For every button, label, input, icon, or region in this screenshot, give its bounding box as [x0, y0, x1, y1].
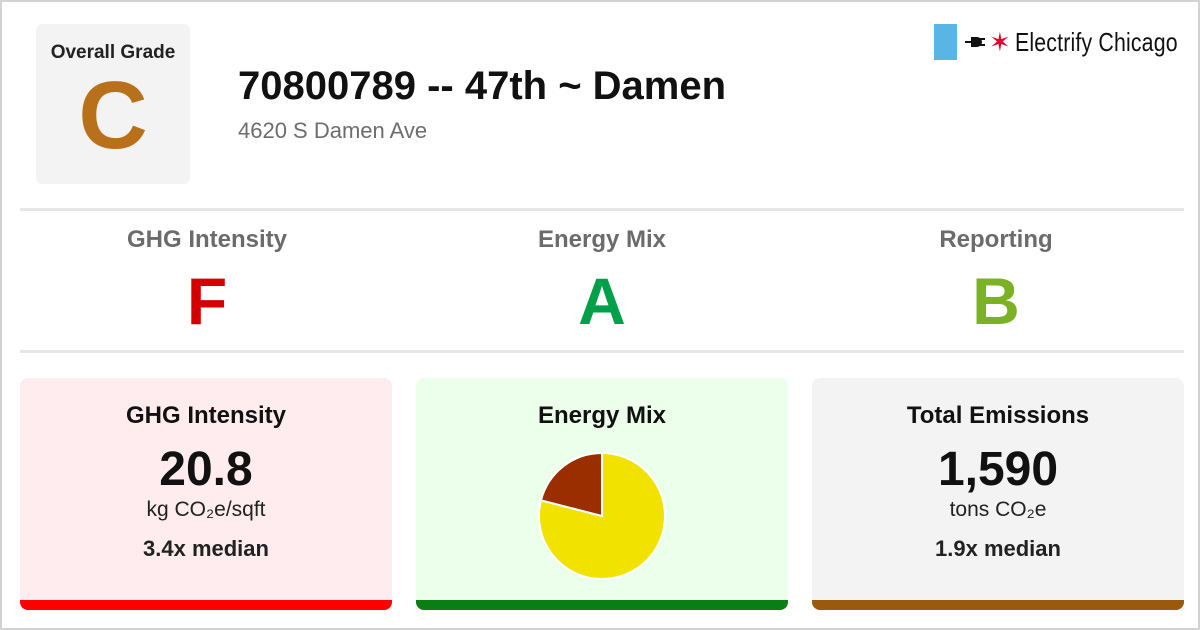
subgrade-energy-mix-letter: A — [578, 264, 626, 338]
total-card-bottom-bar — [812, 600, 1184, 610]
mix-card-bottom-bar — [416, 600, 788, 610]
divider-top — [20, 208, 1184, 211]
ghg-card-value: 20.8 — [159, 443, 253, 496]
building-address: 4620 S Damen Ave — [238, 118, 428, 143]
ghg-intensity-card: GHG Intensity 20.8 kg CO₂e/sqft 3.4x med… — [20, 378, 392, 610]
total-card-value: 1,590 — [937, 443, 1059, 496]
ghg-card-unit: kg CO₂e/sqft — [146, 498, 266, 521]
star-icon: ✶ — [989, 27, 1011, 57]
building-title: 70800789 -- 47th ~ Damen — [238, 64, 727, 108]
total-card-unit: tons CO₂e — [949, 498, 1047, 521]
mix-card-title: Energy Mix — [537, 402, 667, 429]
subgrade-ghg-label: GHG Intensity — [126, 226, 288, 253]
overall-grade-box: Overall Grade C — [36, 24, 190, 184]
subgrade-energy-mix-label: Energy Mix — [537, 226, 667, 253]
energy-mix-card: Energy Mix — [416, 378, 788, 610]
subgrade-energy-mix: Energy Mix A — [405, 226, 799, 334]
flag-bar-icon — [934, 24, 957, 60]
subgrade-reporting-letter: B — [972, 264, 1020, 338]
overall-grade-label: Overall Grade — [50, 42, 176, 63]
brand-name: Electrify Chicago — [1014, 26, 1178, 57]
overall-grade-letter: C — [78, 62, 148, 169]
subgrade-reporting: Reporting B — [799, 226, 1193, 334]
total-card-median: 1.9x median — [935, 536, 1061, 561]
energy-mix-pie-chart — [538, 451, 666, 580]
subgrade-ghg: GHG Intensity F — [10, 226, 404, 334]
ghg-card-title: GHG Intensity — [125, 402, 287, 429]
subgrade-ghg-letter: F — [186, 264, 228, 338]
share-card: Overall Grade C 70800789 -- 47th ~ Damen… — [0, 0, 1200, 630]
subgrade-reporting-label: Reporting — [939, 226, 1053, 253]
total-card-title: Total Emissions — [906, 402, 1090, 429]
ghg-card-median: 3.4x median — [143, 536, 269, 561]
ghg-card-bottom-bar — [20, 600, 392, 610]
brand-logo: ✶ Electrify Chicago — [934, 24, 1200, 60]
divider-middle — [20, 350, 1184, 353]
plug-icon — [965, 37, 985, 47]
total-emissions-card: Total Emissions 1,590 tons CO₂e 1.9x med… — [812, 378, 1184, 610]
